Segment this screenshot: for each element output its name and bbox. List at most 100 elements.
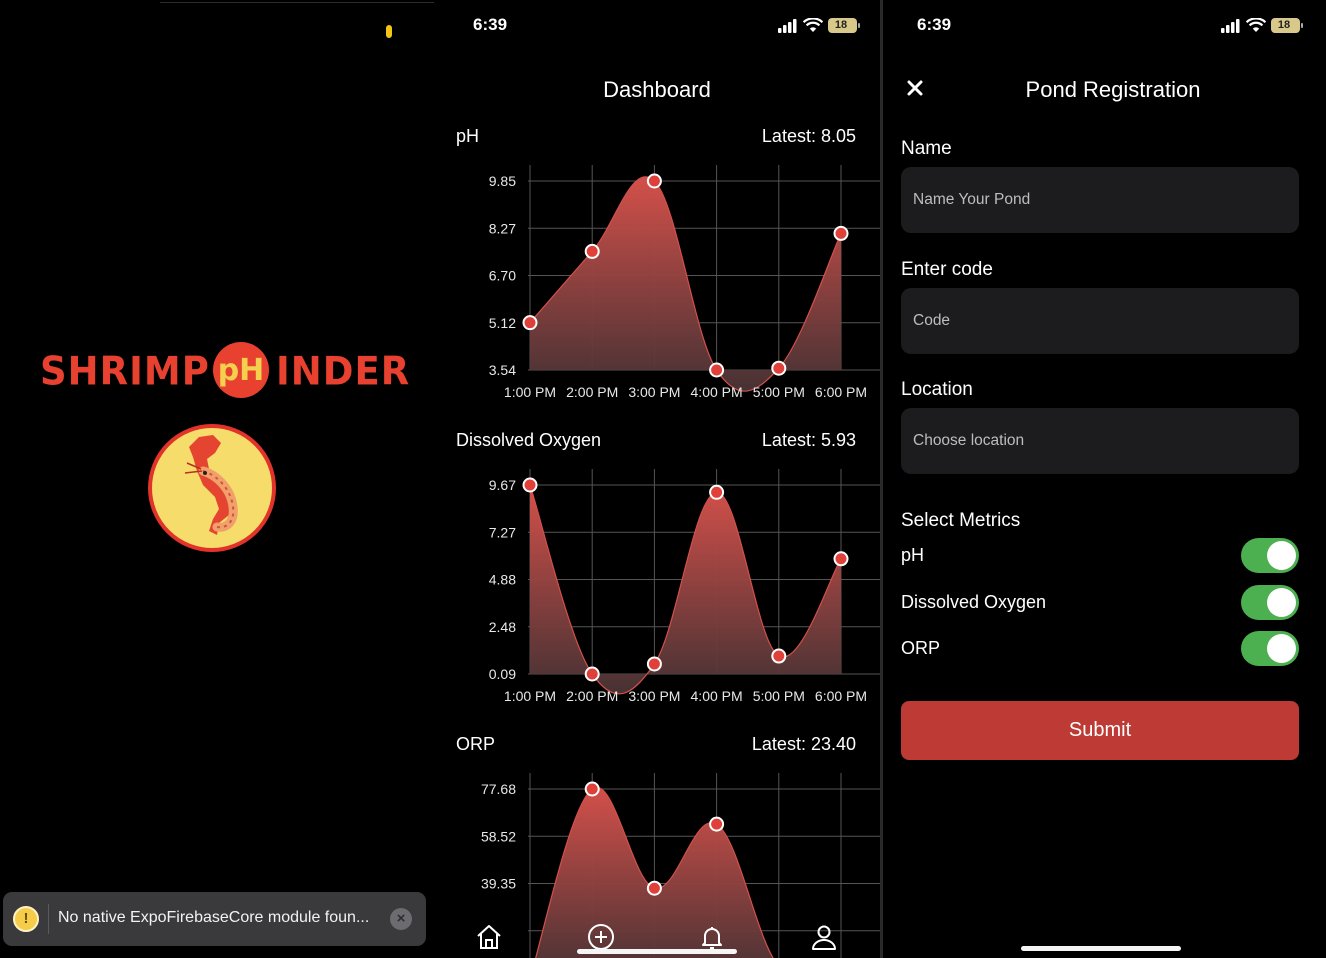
home-indicator xyxy=(1021,946,1181,951)
close-icon[interactable]: × xyxy=(390,908,412,930)
splash-screen: SHRIMP pH INDER ! No native ExpoFirebase… xyxy=(0,0,434,958)
data-point[interactable] xyxy=(833,225,849,241)
home-icon[interactable] xyxy=(474,922,504,952)
chart-title: pH xyxy=(456,126,480,146)
y-tick-label: 0.09 xyxy=(489,666,516,682)
y-tick-label: 58.52 xyxy=(481,828,516,844)
metric-row-orp: ORP xyxy=(901,631,1299,667)
chart-latest-value: Latest: 8.05 xyxy=(761,126,856,146)
select-metrics-label: Select Metrics xyxy=(901,510,1021,531)
name-field-box xyxy=(901,167,1299,233)
chart-title: Dissolved Oxygen xyxy=(456,430,602,450)
data-point[interactable] xyxy=(522,477,538,493)
toggle-knob xyxy=(1267,634,1296,663)
status-indicator xyxy=(386,25,392,38)
bell-icon[interactable] xyxy=(697,922,727,952)
ph-chart: 9.85 8.27 6.70 5.12 3.54 1:00 PM 2:00 PM 3:00 P… xyxy=(489,165,880,400)
x-tick-label: 3:00 PM xyxy=(628,688,680,704)
x-tick-label: 4:00 PM xyxy=(691,688,743,704)
data-point[interactable] xyxy=(646,173,662,189)
user-icon[interactable] xyxy=(809,922,839,952)
x-tick-label: 2:00 PM xyxy=(566,688,618,704)
chart-latest-value: Latest: 5.93 xyxy=(761,430,856,450)
status-time: 6:39 xyxy=(917,15,952,34)
metric-row-ph: pH xyxy=(901,538,1299,574)
signal-icon xyxy=(1221,19,1240,33)
warning-toast[interactable]: ! No native ExpoFirebaseCore module foun… xyxy=(3,892,426,946)
brand-word-shrimp: SHRIMP xyxy=(40,348,210,395)
battery-level: 18 xyxy=(1277,19,1291,31)
x-tick-label: 6:00 PM xyxy=(815,384,867,400)
close-icon[interactable] xyxy=(903,76,927,100)
ph-badge: pH xyxy=(213,342,269,398)
code-input[interactable] xyxy=(901,288,1299,354)
ph-toggle[interactable] xyxy=(1241,538,1299,573)
battery-icon: 18 xyxy=(1271,18,1303,33)
data-point[interactable] xyxy=(646,880,662,896)
x-tick-label: 5:00 PM xyxy=(753,384,805,400)
data-point[interactable] xyxy=(584,666,600,682)
wifi-icon xyxy=(803,18,823,32)
location-input[interactable] xyxy=(901,408,1299,474)
brand-logo-text: SHRIMP pH INDER xyxy=(40,342,409,402)
y-tick-label: 2.48 xyxy=(489,619,516,635)
data-point[interactable] xyxy=(522,315,538,331)
home-indicator xyxy=(577,949,737,954)
x-tick-label: 3:00 PM xyxy=(628,384,680,400)
battery-level: 18 xyxy=(834,19,848,31)
orp-toggle[interactable] xyxy=(1241,631,1299,666)
pond-registration-screen: 6:39 18 Pond Registration Name Enter cod… xyxy=(883,0,1326,958)
top-edge-line xyxy=(160,2,434,3)
dashboard-screen: 6:39 18 Dashboard pH Latest: 8.05 9.85 8.… xyxy=(434,0,880,958)
data-point[interactable] xyxy=(646,656,662,672)
y-tick-label: 39.35 xyxy=(481,876,516,892)
chart-header-ph: pH Latest: 8.05 xyxy=(456,126,856,150)
status-icons: 18 xyxy=(778,17,860,35)
toggle-knob xyxy=(1267,541,1296,570)
y-tick-label: 8.27 xyxy=(489,220,516,236)
y-tick-label: 3.54 xyxy=(489,362,516,378)
area-fill xyxy=(530,176,841,392)
submit-button[interactable]: Submit xyxy=(901,701,1299,760)
data-point[interactable] xyxy=(771,648,787,664)
metric-row-dissolved-oxygen: Dissolved Oxygen xyxy=(901,585,1299,621)
data-point[interactable] xyxy=(709,362,725,378)
status-icons: 18 xyxy=(1221,17,1305,35)
data-point[interactable] xyxy=(709,484,725,500)
dissolved-oxygen-toggle[interactable] xyxy=(1241,585,1299,620)
data-point[interactable] xyxy=(584,243,600,259)
data-point[interactable] xyxy=(833,551,849,567)
chart-latest-value: Latest: 23.40 xyxy=(751,734,856,754)
area-fill xyxy=(530,485,841,694)
data-point[interactable] xyxy=(584,781,600,797)
x-tick-label: 5:00 PM xyxy=(753,688,805,704)
code-field-box xyxy=(901,288,1299,354)
x-tick-label: 6:00 PM xyxy=(815,688,867,704)
x-tick-label: 1:00 PM xyxy=(504,688,556,704)
battery-icon: 18 xyxy=(828,18,860,33)
x-tick-label: 1:00 PM xyxy=(504,384,556,400)
brand-word-inder: INDER xyxy=(276,348,411,395)
dissolved-oxygen-chart: 9.67 7.27 4.88 2.48 0.09 1:00 PM 2:00 PM 3:00 P… xyxy=(489,469,880,704)
location-label: Location xyxy=(901,379,973,400)
data-point[interactable] xyxy=(709,816,725,832)
data-point[interactable] xyxy=(771,360,787,376)
y-tick-label: 9.67 xyxy=(489,477,516,493)
add-circle-icon[interactable] xyxy=(586,922,616,952)
chart-title: ORP xyxy=(456,734,496,754)
toast-divider xyxy=(48,904,49,934)
y-tick-label: 6.70 xyxy=(489,268,516,284)
chart-header-do: Dissolved Oxygen Latest: 5.93 xyxy=(456,430,856,454)
x-tick-label: 2:00 PM xyxy=(566,384,618,400)
metric-label: Dissolved Oxygen xyxy=(901,592,1047,612)
ph-badge-text: pH xyxy=(217,353,265,388)
pond-name-input[interactable] xyxy=(901,167,1299,233)
page-title: Dashboard xyxy=(603,77,711,102)
location-field-box xyxy=(901,408,1299,474)
metric-label: pH xyxy=(901,545,925,565)
name-label: Name xyxy=(901,138,952,159)
x-tick-label: 4:00 PM xyxy=(691,384,743,400)
status-time: 6:39 xyxy=(473,15,508,34)
toast-message: No native ExpoFirebaseCore module foun..… xyxy=(58,909,370,926)
y-tick-label: 7.27 xyxy=(489,524,516,540)
